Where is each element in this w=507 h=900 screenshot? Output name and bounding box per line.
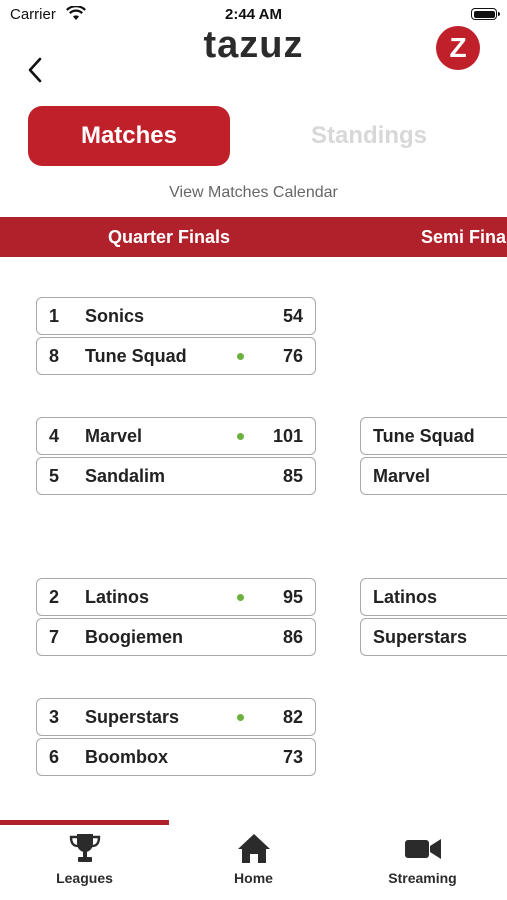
team-name: Boombox: [85, 747, 168, 767]
team-score: 82: [282, 707, 303, 727]
match-team-row[interactable]: 5 Sandalim 85: [36, 457, 316, 495]
team-seed: 4: [49, 426, 60, 446]
winner-indicator-dot: [237, 594, 244, 601]
team-name: Marvel: [85, 426, 143, 446]
battery-icon: [471, 8, 500, 20]
tab-standings[interactable]: Standings: [268, 106, 470, 166]
team-name: Tune Squad: [85, 346, 187, 366]
match-team-row[interactable]: 1 Sonics 54: [36, 297, 316, 335]
nav-label: Home: [234, 870, 273, 886]
match-team-row[interactable]: 7 Boogiemen 86: [36, 618, 316, 656]
nav-label: Streaming: [388, 870, 457, 886]
winner-indicator-dot: [237, 714, 244, 721]
tab-matches[interactable]: Matches: [28, 106, 230, 166]
round-label-quarter-finals[interactable]: Quarter Finals: [108, 217, 230, 257]
team-name: Superstars: [85, 707, 180, 727]
team-name: Tune Squad: [373, 426, 475, 446]
team-name: Marvel: [373, 466, 431, 486]
match-team-row[interactable]: 4 Marvel 101: [36, 417, 316, 455]
team-score: 95: [282, 587, 303, 607]
winner-indicator-dot: [237, 353, 244, 360]
profile-logo-button[interactable]: Z: [436, 26, 480, 70]
team-seed: 2: [49, 587, 60, 607]
home-icon: [237, 834, 270, 863]
team-score: 73: [282, 747, 303, 767]
team-seed: 5: [49, 466, 60, 486]
logo-letter: Z: [449, 32, 467, 63]
team-score: 86: [282, 627, 303, 647]
round-label-semi-finals[interactable]: Semi Finals: [421, 217, 507, 257]
team-name: Sonics: [85, 306, 145, 326]
match-team-row[interactable]: Superstars: [360, 618, 507, 656]
match-team-row[interactable]: Marvel: [360, 457, 507, 495]
nav-streaming[interactable]: Streaming: [338, 832, 507, 896]
team-seed: 6: [49, 747, 60, 767]
nav-label: Leagues: [56, 870, 113, 886]
match-team-row[interactable]: 2 Latinos 95: [36, 578, 316, 616]
video-camera-icon: [404, 839, 441, 859]
round-header-bar[interactable]: Quarter Finals Semi Finals: [0, 217, 507, 257]
active-tab-indicator: [0, 820, 169, 825]
team-name: Superstars: [373, 627, 468, 647]
app-logo-text: tazuz: [203, 24, 304, 66]
view-matches-calendar-link[interactable]: View Matches Calendar: [0, 184, 507, 202]
team-seed: 3: [49, 707, 60, 727]
match-team-row[interactable]: 3 Superstars 82: [36, 698, 316, 736]
match-team-row[interactable]: Latinos: [360, 578, 507, 616]
trophy-icon: [69, 834, 100, 862]
nav-leagues[interactable]: Leagues: [0, 832, 169, 896]
team-score: 76: [282, 346, 303, 366]
nav-home[interactable]: Home: [169, 832, 338, 896]
status-time: 2:44 AM: [225, 6, 282, 23]
team-name: Latinos: [373, 587, 438, 607]
team-score: 54: [282, 306, 303, 326]
team-name: Latinos: [85, 587, 150, 607]
team-score: 85: [282, 466, 303, 486]
team-name: Sandalim: [85, 466, 166, 486]
team-seed: 1: [49, 306, 60, 326]
match-team-row[interactable]: Tune Squad: [360, 417, 507, 455]
team-seed: 8: [49, 346, 60, 366]
winner-indicator-dot: [237, 433, 244, 440]
team-name: Boogiemen: [85, 627, 184, 647]
match-team-row[interactable]: 8 Tune Squad 76: [36, 337, 316, 375]
team-score: 101: [272, 426, 303, 446]
match-team-row[interactable]: 6 Boombox 73: [36, 738, 316, 776]
team-seed: 7: [49, 627, 60, 647]
